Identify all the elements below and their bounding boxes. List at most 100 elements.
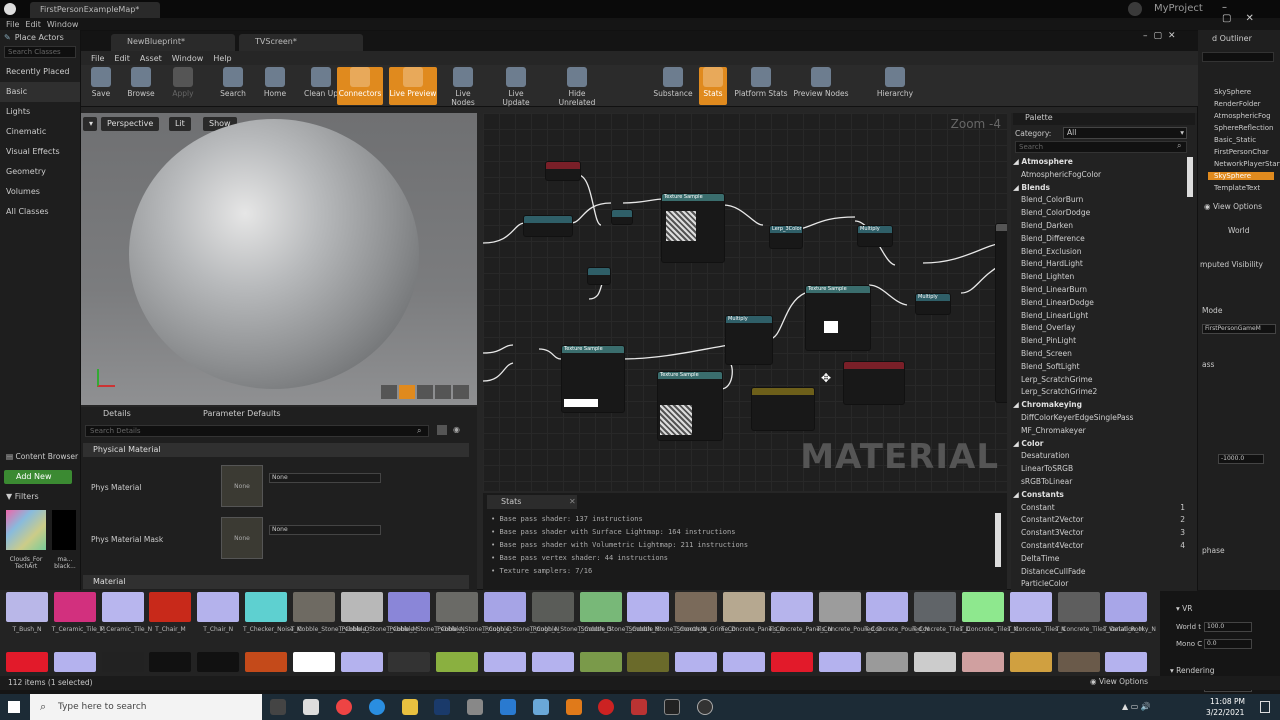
palette-category[interactable]: ◢ Constants	[1013, 490, 1064, 499]
phys-material-combo[interactable]: None	[269, 473, 381, 483]
teapot-shape-icon[interactable]	[453, 385, 469, 399]
toolbar-stats-button[interactable]: Stats	[699, 67, 727, 105]
content-browser-tab[interactable]: ▤ Content Browser	[6, 452, 78, 461]
palette-category[interactable]: ◢ Blends	[1013, 183, 1050, 192]
tab-tv-screen[interactable]: TVScreen*	[239, 34, 363, 51]
palette-item[interactable]: Lerp_ScratchGrime2	[1021, 387, 1097, 396]
stats-close-icon[interactable]: ✕	[569, 497, 576, 506]
toolbar-preview-nodes-button[interactable]: Preview Nodes	[793, 67, 849, 105]
game-mode-combo[interactable]: FirstPersonGameM	[1202, 324, 1276, 334]
cylinder-shape-icon[interactable]	[381, 385, 397, 399]
palette-item[interactable]: Blend_LinearLight	[1021, 311, 1088, 320]
mode-geometry[interactable]: Geometry	[0, 162, 80, 182]
asset-thumbnail[interactable]	[531, 592, 574, 622]
mono-culling-field[interactable]: 0.0	[1204, 639, 1252, 649]
outliner-item[interactable]: SphereReflection	[1214, 124, 1274, 132]
texture-sample-node[interactable]: Texture Sample	[805, 285, 871, 351]
palette-item[interactable]: Constant	[1021, 503, 1055, 512]
outliner-item[interactable]: SkySphere	[1208, 172, 1274, 180]
graph-node[interactable]	[843, 361, 905, 405]
palette-item[interactable]: Blend_Difference	[1021, 234, 1085, 243]
palette-item[interactable]: Blend_Screen	[1021, 349, 1072, 358]
graph-node[interactable]	[751, 387, 815, 431]
asset-thumbnail[interactable]	[245, 592, 287, 622]
editor-window-controls[interactable]: –▢✕	[1143, 31, 1182, 41]
toolbar-clean-up-button[interactable]: Clean Up	[303, 67, 339, 105]
toolbar-live-update-button[interactable]: Live Update	[495, 67, 537, 107]
menu-file[interactable]: File	[6, 20, 19, 29]
asset-thumbnail[interactable]	[6, 652, 48, 672]
app-icon[interactable]	[467, 699, 483, 715]
palette-item[interactable]: Blend_PinLight	[1021, 336, 1076, 345]
physical-material-section[interactable]: Physical Material	[83, 443, 469, 457]
toolbar-connectors-button[interactable]: Connectors	[337, 67, 383, 105]
palette-item[interactable]: LinearToSRGB	[1021, 464, 1073, 473]
outliner-item[interactable]: Basic_Static	[1214, 136, 1256, 144]
palette-item[interactable]: Blend_ColorDodge	[1021, 208, 1090, 217]
palette-item[interactable]: Lerp_ScratchGrime	[1021, 375, 1093, 384]
palette-scrollbar[interactable]	[1187, 157, 1193, 197]
store-icon[interactable]	[303, 699, 319, 715]
grid-view-icon[interactable]	[437, 425, 447, 435]
asset-thumbnail[interactable]	[1057, 652, 1100, 672]
graph-node[interactable]	[523, 215, 573, 237]
mode-volumes[interactable]: Volumes	[0, 182, 80, 202]
palette-category[interactable]: ◢ Chromakeying	[1013, 400, 1082, 409]
asset-thumbnail[interactable]	[292, 652, 335, 672]
blender-icon[interactable]	[566, 699, 582, 715]
palette-item[interactable]: Constant2Vector	[1021, 515, 1083, 524]
mail-icon[interactable]	[500, 699, 516, 715]
photoshop-icon[interactable]	[434, 699, 450, 715]
multiply-node[interactable]: Multiply	[915, 293, 951, 315]
world-to-meters-field[interactable]: 100.0	[1204, 622, 1252, 632]
asset-thumbnail[interactable]	[197, 652, 240, 672]
menu-window[interactable]: Window	[47, 20, 79, 29]
asset-thumbnail[interactable]	[388, 652, 431, 672]
asset-thumb-black[interactable]	[52, 510, 76, 550]
phys-material-mask-thumb[interactable]: None	[221, 517, 263, 559]
stats-tab[interactable]: Stats	[487, 495, 577, 509]
asset-thumbnail[interactable]	[6, 592, 48, 622]
palette-item[interactable]: Constant4Vector	[1021, 541, 1083, 550]
details-tab[interactable]: Details	[85, 409, 131, 423]
asset-thumbnail[interactable]	[340, 592, 383, 622]
asset-thumbnail[interactable]	[1009, 592, 1052, 622]
asset-thumbnail[interactable]	[149, 592, 192, 622]
palette-item[interactable]: Blend_SoftLight	[1021, 362, 1080, 371]
settings-icon[interactable]	[533, 699, 549, 715]
asset-thumbnail[interactable]	[197, 592, 240, 622]
asset-thumbnail[interactable]	[818, 592, 861, 622]
asset-thumbnail[interactable]	[436, 652, 479, 672]
palette-item[interactable]: Blend_LinearDodge	[1021, 298, 1094, 307]
asset-thumbnail[interactable]	[101, 652, 144, 672]
asset-thumbnail[interactable]	[1057, 592, 1100, 622]
plane-shape-icon[interactable]	[417, 385, 433, 399]
toolbar-platform-stats-button[interactable]: Platform Stats	[733, 67, 789, 105]
editor-menu-asset[interactable]: Asset	[140, 54, 162, 63]
chrome-icon[interactable]	[336, 699, 352, 715]
world-tab[interactable]: World	[1228, 226, 1250, 235]
window-controls[interactable]: –▢✕	[1222, 2, 1280, 24]
toolbar-substance-button[interactable]: Substance	[653, 67, 693, 105]
preview-viewport[interactable]: ▾ Perspective Lit Show	[81, 113, 477, 405]
viewport-shape-buttons[interactable]	[381, 385, 469, 399]
palette-item[interactable]: Blend_Exclusion	[1021, 247, 1081, 256]
asset-thumbnail[interactable]	[1009, 652, 1052, 672]
eye-icon[interactable]: ◉	[453, 425, 460, 434]
outliner-item[interactable]: FirstPersonChar	[1214, 148, 1269, 156]
graph-node[interactable]	[587, 267, 611, 285]
lerp-node[interactable]: Lerp_3Color	[769, 225, 803, 249]
taskbar-search-input[interactable]: ⌕ Type here to search	[30, 694, 262, 720]
asset-thumbnail[interactable]	[627, 592, 670, 622]
mode-basic[interactable]: Basic	[0, 82, 80, 102]
asset-thumbnail[interactable]	[770, 652, 813, 672]
asset-thumbnail[interactable]	[53, 592, 96, 622]
asset-thumbnail[interactable]	[723, 652, 765, 672]
texture-sample-node[interactable]: Texture Sample	[661, 193, 725, 263]
asset-thumbnail[interactable]	[484, 652, 526, 672]
mode-all-classes[interactable]: All Classes	[0, 202, 80, 222]
asset-thumbnail[interactable]	[436, 592, 479, 622]
outliner-item[interactable]: SkySphere	[1214, 88, 1251, 96]
asset-thumbnail[interactable]	[770, 592, 813, 622]
vr-section[interactable]: ▾ VR	[1176, 604, 1193, 613]
